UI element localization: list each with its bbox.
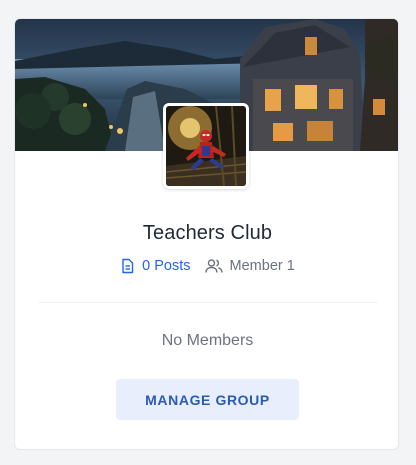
- posts-link[interactable]: 0 Posts: [120, 258, 191, 274]
- group-stats: 0 Posts Member 1: [15, 258, 398, 274]
- group-name: Teachers Club: [142, 222, 273, 244]
- group-avatar: [163, 103, 249, 189]
- manage-group-button[interactable]: MANAGE GROUP: [116, 379, 299, 420]
- members-info: Member 1: [204, 258, 295, 274]
- users-icon: [204, 259, 223, 273]
- divider: [39, 302, 377, 303]
- posts-count: 0 Posts: [142, 258, 191, 274]
- no-members-message: No Members: [161, 332, 254, 349]
- group-card: Teachers Club 0 Posts Member 1 No Member…: [14, 18, 399, 450]
- members-count: Member 1: [229, 258, 295, 274]
- document-icon: [122, 258, 134, 274]
